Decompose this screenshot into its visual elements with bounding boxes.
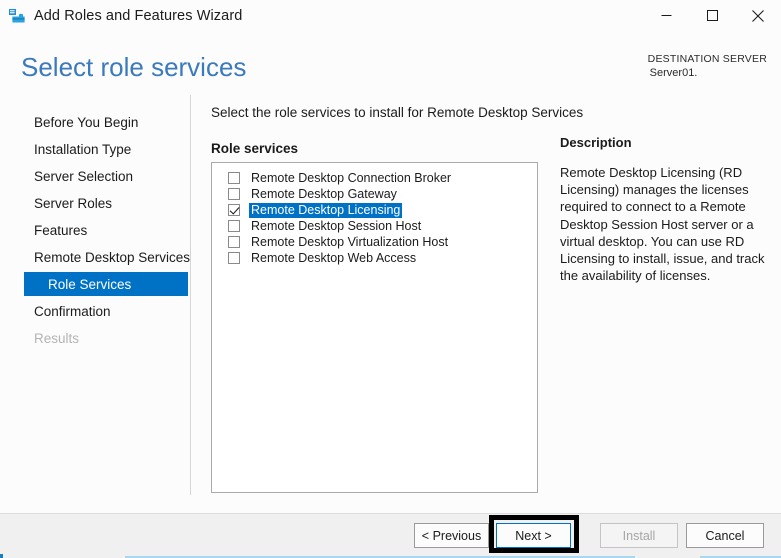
role-service-label: Remote Desktop Virtualization Host (251, 234, 449, 249)
maximize-icon[interactable] (689, 0, 735, 31)
close-icon[interactable] (735, 0, 781, 31)
sidebar-item-label: Before You Begin (34, 114, 139, 130)
checkbox-icon[interactable] (228, 236, 240, 248)
description-panel: Description Remote Desktop Licensing (RD… (560, 135, 770, 284)
title-bar: Add Roles and Features Wizard (0, 0, 781, 31)
role-service-row[interactable]: Remote Desktop Virtualization Host (212, 234, 537, 250)
main-panel: Select the role services to install for … (190, 93, 781, 513)
destination-server-label: DESTINATION SERVER (647, 53, 767, 65)
sidebar-item-label: Server Roles (34, 195, 113, 211)
sidebar-item-installation-type[interactable]: Installation Type (24, 137, 188, 161)
checkbox-icon[interactable] (228, 220, 240, 232)
sidebar-item-label: Features (34, 222, 88, 238)
checkbox-icon[interactable] (228, 252, 240, 264)
window-title: Add Roles and Features Wizard (34, 7, 243, 24)
sidebar-item-role-services[interactable]: Role Services (24, 272, 188, 296)
description-title: Description (560, 135, 632, 150)
wizard-body: Before You Begin Installation Type Server … (0, 93, 781, 513)
sidebar-item-before-you-begin[interactable]: Before You Begin (24, 110, 188, 134)
server-toolbox-icon (7, 6, 27, 26)
sidebar-item-label: Installation Type (34, 141, 132, 157)
sidebar-item-features[interactable]: Features (24, 218, 188, 242)
next-button[interactable]: Next > (496, 523, 571, 548)
sidebar-item-server-roles[interactable]: Server Roles (24, 191, 188, 215)
page-title: Select role services (21, 52, 247, 82)
role-service-label: Remote Desktop Gateway (251, 186, 397, 201)
cancel-button[interactable]: Cancel (686, 523, 764, 548)
checkbox-icon[interactable] (228, 172, 240, 184)
add-roles-wizard-window: Add Roles and Features Wizard Select rol… (0, 0, 781, 558)
destination-server-block: DESTINATION SERVER Server01. (648, 52, 767, 80)
role-service-label: Remote Desktop Licensing (249, 202, 403, 218)
role-service-row[interactable]: Remote Desktop Licensing (212, 202, 537, 218)
role-service-row[interactable]: Remote Desktop Connection Broker (212, 170, 537, 186)
wizard-steps-sidebar: Before You Begin Installation Type Server … (0, 93, 191, 513)
previous-button[interactable]: < Previous (414, 523, 489, 548)
sidebar-item-results: Results (24, 326, 188, 350)
sidebar-item-server-selection[interactable]: Server Selection (24, 164, 188, 188)
sidebar-item-confirmation[interactable]: Confirmation (24, 299, 188, 323)
role-service-label: Remote Desktop Session Host (251, 218, 422, 233)
sidebar-item-label: Remote Desktop Services (34, 249, 191, 265)
role-service-label: Remote Desktop Connection Broker (251, 170, 452, 185)
instruction-text: Select the role services to install for … (211, 105, 584, 120)
role-services-label: Role services (211, 141, 299, 156)
window-controls (643, 0, 781, 31)
description-text: Remote Desktop Licensing (RD Licensing) … (560, 165, 765, 284)
taskbar-sliver (0, 554, 781, 558)
minimize-icon[interactable] (643, 0, 689, 31)
role-services-listbox[interactable]: Remote Desktop Connection Broker Remote D… (211, 162, 538, 493)
checkbox-icon[interactable] (228, 204, 240, 216)
sidebar-item-label: Server Selection (34, 168, 134, 184)
wizard-header: Select role services DESTINATION SERVER … (0, 31, 781, 93)
sidebar-item-label: Confirmation (34, 303, 111, 319)
sidebar-item-remote-desktop-services[interactable]: Remote Desktop Services (24, 245, 191, 269)
sidebar-item-label: Role Services (48, 276, 132, 292)
sidebar-item-label: Results (34, 330, 80, 346)
role-service-row[interactable]: Remote Desktop Web Access (212, 250, 537, 266)
destination-server-name: Server01. (649, 67, 698, 79)
checkbox-icon[interactable] (228, 188, 240, 200)
taskbar-accent (0, 554, 3, 558)
install-button: Install (600, 523, 678, 548)
wizard-footer: < Previous Next > Install Cancel (0, 513, 781, 558)
role-service-row[interactable]: Remote Desktop Session Host (212, 218, 537, 234)
role-service-label: Remote Desktop Web Access (251, 250, 417, 265)
role-service-row[interactable]: Remote Desktop Gateway (212, 186, 537, 202)
